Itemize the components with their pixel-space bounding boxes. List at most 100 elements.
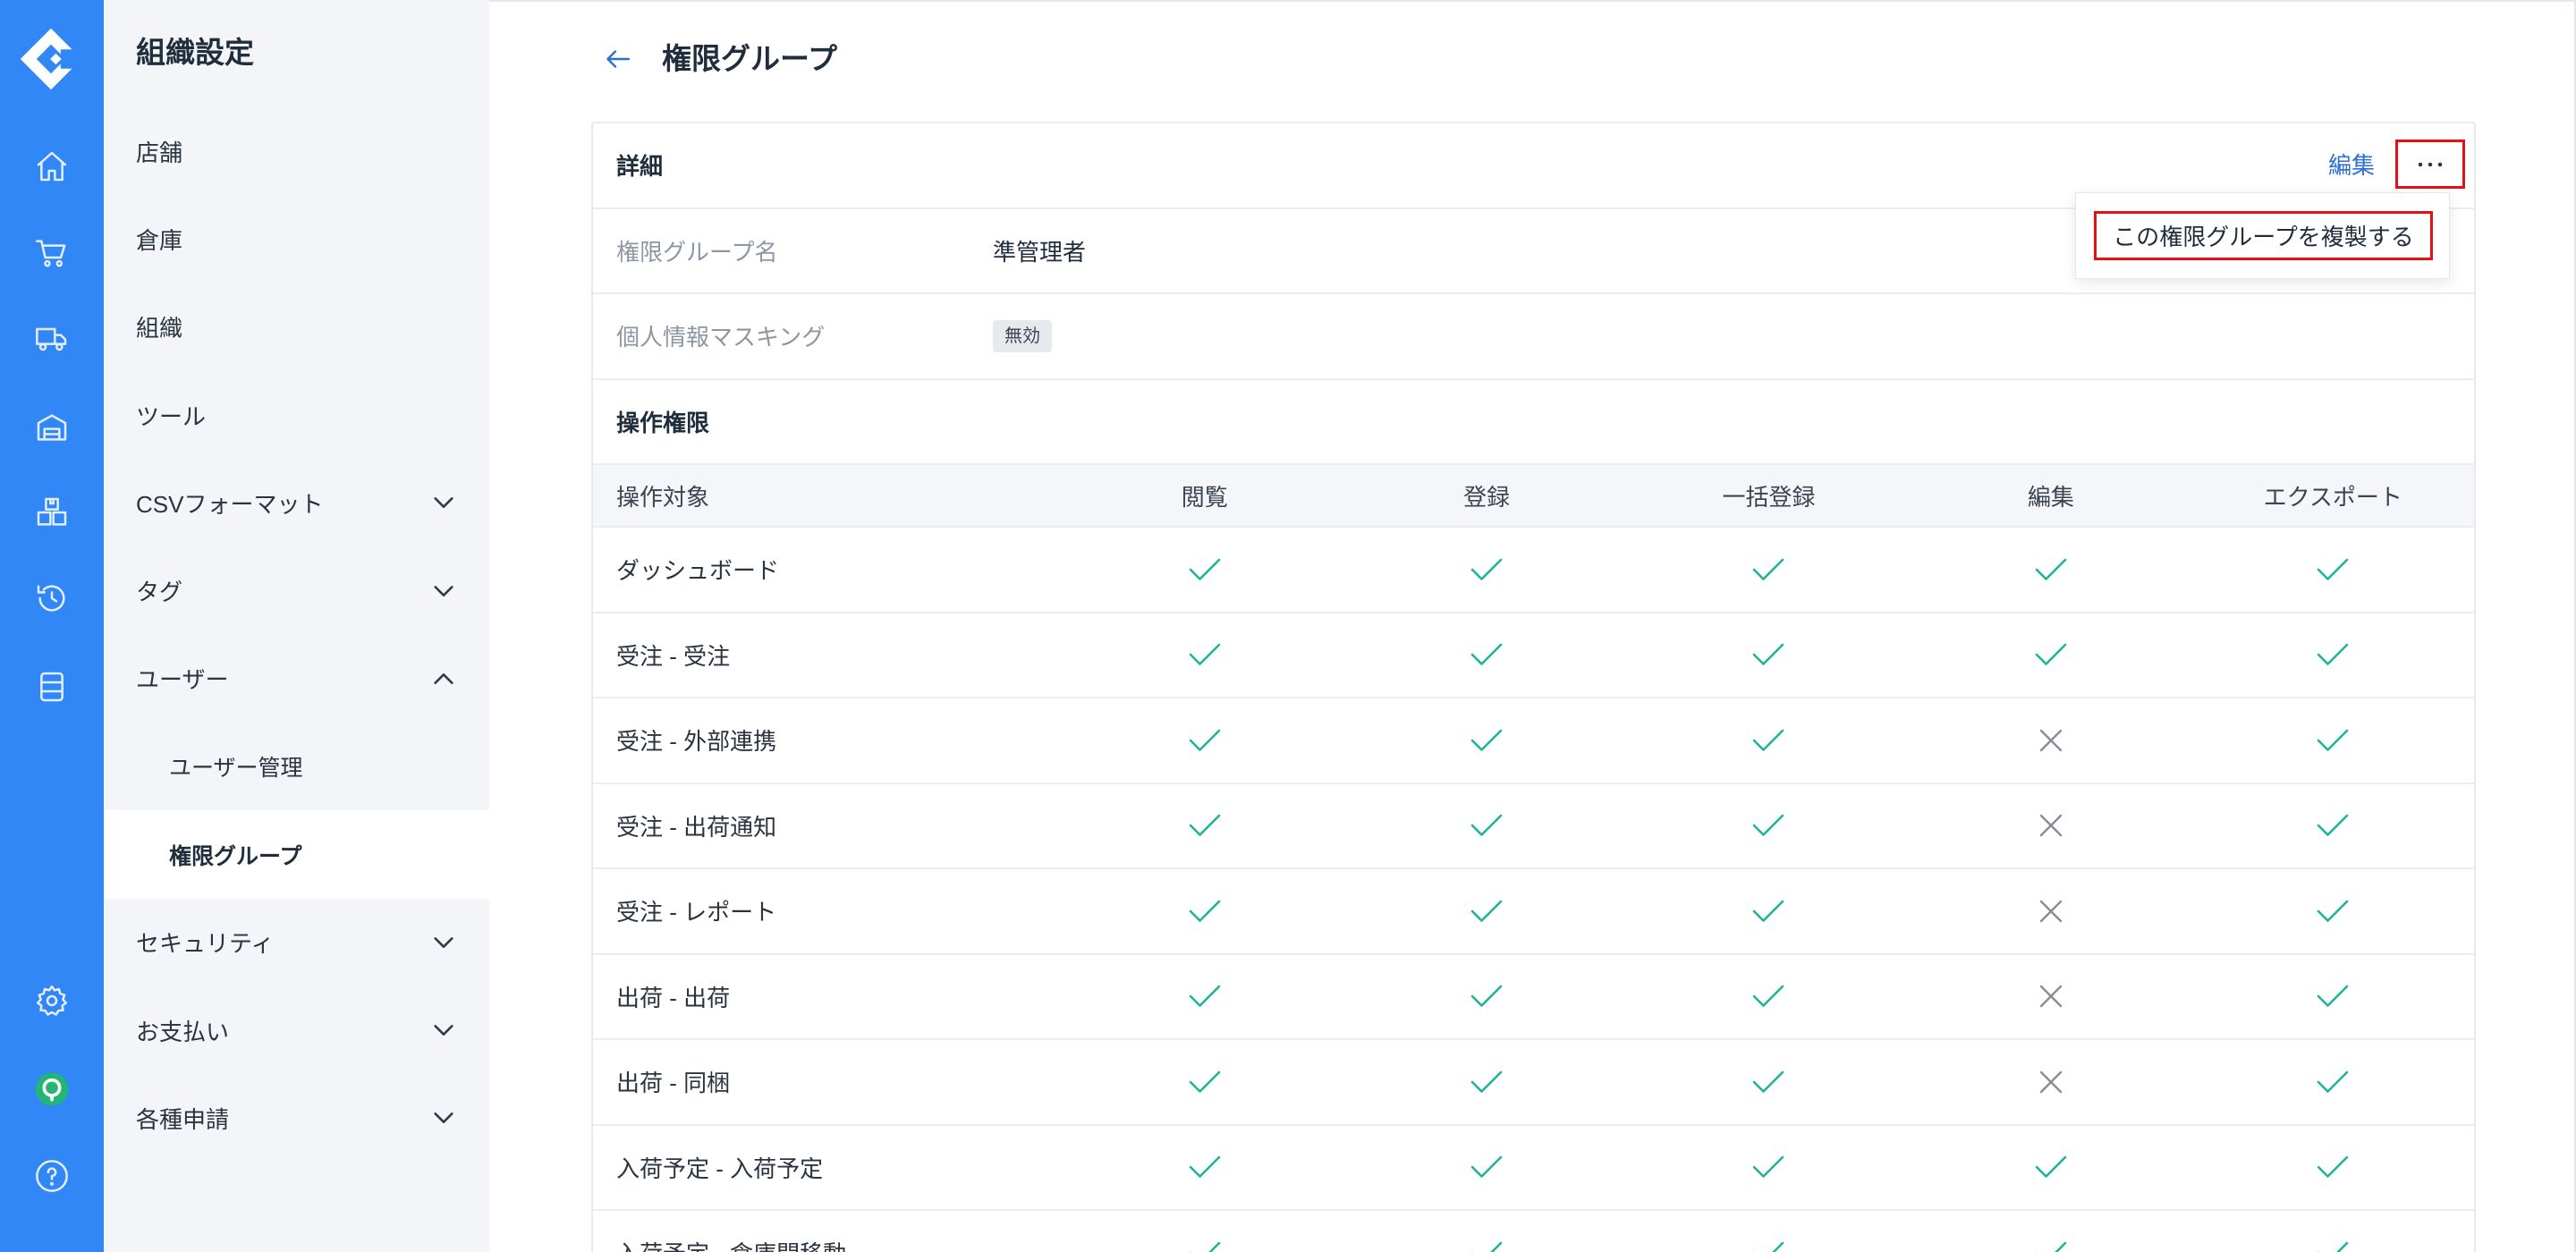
sidebar-item-stores[interactable]: 店舗 <box>104 107 489 195</box>
sidebar-item-label: CSVフォーマット <box>136 490 324 518</box>
chevron-up-icon <box>431 666 456 691</box>
check-icon <box>1345 557 1627 582</box>
sidebar-item-tools[interactable]: ツール <box>104 371 489 459</box>
sidebar-item-label: 店舗 <box>136 139 183 166</box>
check-icon <box>1910 1240 2191 1252</box>
help-icon[interactable] <box>34 1158 70 1194</box>
sidebar-item-label: 各種申請 <box>136 1105 230 1133</box>
row-target-label: 入荷予定 - 倉庫間移動 <box>593 1236 1063 1252</box>
sidebar-item-warehouses[interactable]: 倉庫 <box>104 195 489 283</box>
chevron-down-icon <box>431 1105 456 1130</box>
sidebar-item-label: 組織 <box>136 315 183 343</box>
list-icon[interactable] <box>34 669 70 705</box>
check-icon <box>1628 557 1910 582</box>
column-header-target: 操作対象 <box>616 483 710 511</box>
gear-icon[interactable] <box>34 983 70 1019</box>
check-icon <box>1345 642 1627 667</box>
permissions-table-body: ダッシュボード 受注 - 受注受注 - 外部連携受注 - 出荷通知 受注 - レポー… <box>593 528 2474 1252</box>
sidebar-item-label: タグ <box>136 579 183 606</box>
check-icon <box>2192 557 2474 582</box>
chevron-down-icon <box>431 579 456 604</box>
row-target-label: 出荷 - 同梱 <box>616 1070 731 1097</box>
column-header-bulk-create: 一括登録 <box>1722 483 1816 511</box>
table-header: 操作対象 閲覧 登録 一括登録 編集 エクスポート <box>593 465 2474 528</box>
duplicate-group-menu-item[interactable]: この権限グループを複製する <box>2094 211 2433 260</box>
table-row: 受注 - 受注 <box>593 613 2474 698</box>
table-row: 入荷予定 - 入荷予定 <box>593 1126 2474 1211</box>
icon-rail <box>0 0 104 1252</box>
column-header-edit: 編集 <box>2027 483 2074 511</box>
sidebar-item-label: 倉庫 <box>136 226 183 254</box>
history-icon[interactable] <box>34 580 70 616</box>
sidebar-item-applications[interactable]: 各種申請 <box>104 1074 489 1162</box>
table-row: 入荷予定 - 倉庫間移動 <box>593 1211 2474 1252</box>
more-options-button[interactable] <box>2395 140 2465 189</box>
table-row: 出荷 - 同梱 <box>593 1040 2474 1126</box>
field-label: 権限グループ名 <box>616 238 778 266</box>
check-icon <box>1628 813 1910 838</box>
check-icon <box>1063 728 1345 753</box>
check-icon <box>1628 1155 1910 1180</box>
more-horizontal-icon <box>2418 162 2443 166</box>
check-icon <box>1628 984 1910 1009</box>
permissions-heading: 操作権限 <box>616 409 710 436</box>
arrow-left-icon[interactable] <box>605 46 631 72</box>
check-icon <box>1910 642 2191 667</box>
chevron-down-icon <box>431 1018 456 1043</box>
check-icon <box>2192 1240 2474 1252</box>
sidebar-item-tags[interactable]: タグ <box>104 546 489 634</box>
row-target-label: 入荷予定 - 入荷予定 <box>616 1155 824 1182</box>
check-icon <box>2192 1155 2474 1180</box>
check-icon <box>1345 1070 1627 1095</box>
boxes-icon[interactable] <box>34 495 70 530</box>
cross-icon <box>1910 729 2191 752</box>
sidebar-item-payments[interactable]: お支払い <box>104 986 489 1074</box>
settings-sidebar: 組織設定 店舗 倉庫 組織 ツール CSVフォーマット タグ ユーザー ユーザー… <box>104 0 489 1252</box>
check-icon <box>2192 642 2474 667</box>
table-row: 受注 - レポート <box>593 869 2474 955</box>
truck-icon[interactable] <box>34 320 70 356</box>
sidebar-subitem-user-management[interactable]: ユーザー管理 <box>104 723 489 810</box>
logo-icon[interactable] <box>19 27 83 91</box>
sidebar-item-security[interactable]: セキュリティ <box>104 899 489 986</box>
check-icon <box>1628 899 1910 924</box>
table-row: 受注 - 出荷通知 <box>593 784 2474 869</box>
row-target-label: 受注 - 外部連携 <box>616 728 777 756</box>
sidebar-item-organization[interactable]: 組織 <box>104 283 489 371</box>
check-icon <box>1063 1070 1345 1095</box>
check-icon <box>1345 728 1627 753</box>
check-icon <box>1628 1240 1910 1252</box>
check-icon <box>1063 984 1345 1009</box>
column-header-export: エクスポート <box>2263 483 2402 511</box>
chevron-down-icon <box>431 490 456 515</box>
cart-icon[interactable] <box>34 235 70 271</box>
check-icon <box>1628 1070 1910 1095</box>
sidebar-item-label: セキュリティ <box>136 930 275 958</box>
check-icon <box>2192 899 2474 924</box>
support-icon[interactable] <box>34 1071 70 1107</box>
sidebar-item-label: お支払い <box>136 1018 230 1045</box>
sidebar-item-label: ユーザー管理 <box>169 756 303 782</box>
sidebar-subitem-permission-groups[interactable]: 権限グループ <box>104 810 489 899</box>
check-icon <box>1063 899 1345 924</box>
row-target-label: 受注 - 受注 <box>616 642 731 670</box>
edit-link[interactable]: 編集 <box>2328 148 2375 182</box>
cross-icon <box>1910 985 2191 1008</box>
sidebar-item-users[interactable]: ユーザー <box>104 635 489 723</box>
field-value: 準管理者 <box>993 238 1087 266</box>
sidebar-item-csv-format[interactable]: CSVフォーマット <box>104 459 489 546</box>
row-target-label: 出荷 - 出荷 <box>616 984 731 1011</box>
check-icon <box>1063 557 1345 582</box>
home-icon[interactable] <box>34 148 70 184</box>
check-icon <box>2192 813 2474 838</box>
warehouse-icon[interactable] <box>34 410 70 445</box>
column-header-view: 閲覧 <box>1181 483 1228 511</box>
check-icon <box>1063 1155 1345 1180</box>
check-icon <box>1345 984 1627 1009</box>
check-icon <box>1063 642 1345 667</box>
cross-icon <box>1910 900 2191 923</box>
sidebar-title: 組織設定 <box>136 36 254 69</box>
check-icon <box>1910 1155 2191 1180</box>
check-icon <box>2192 984 2474 1009</box>
row-target-label: ダッシュボード <box>616 557 780 585</box>
